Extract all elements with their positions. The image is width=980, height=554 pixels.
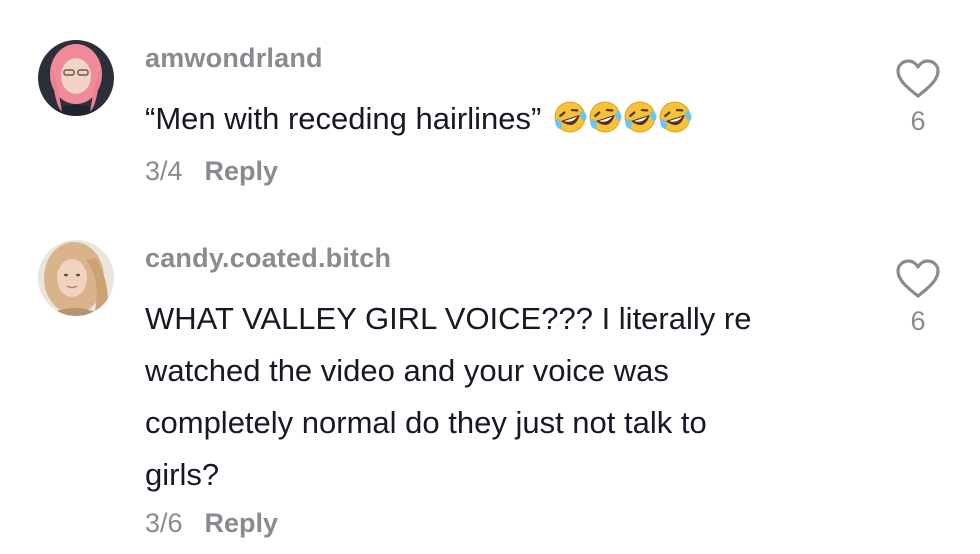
comment-date: 3/4 [145, 156, 183, 186]
comment-meta: 3/6 Reply [145, 508, 278, 539]
like-button[interactable]: 6 [893, 258, 943, 337]
like-count: 6 [910, 106, 926, 136]
avatar[interactable] [38, 40, 114, 116]
comment-text: “Men with receding hairlines” [145, 93, 692, 150]
emoji-group [551, 98, 692, 150]
rolling-on-floor-laughing-emoji [624, 101, 657, 133]
like-count: 6 [910, 306, 926, 336]
comment-item: amwondrland “Men with receding hairlines… [0, 0, 980, 210]
reply-button[interactable]: Reply [205, 508, 279, 538]
comment-text-line: completely normal do they just not talk … [145, 405, 707, 440]
comment-username[interactable]: amwondrland [145, 43, 323, 74]
like-button[interactable]: 6 [893, 58, 943, 137]
rolling-on-floor-laughing-emoji [554, 101, 587, 133]
comment-text-line: “Men with receding hairlines” [145, 101, 542, 136]
heart-outline-icon [896, 59, 940, 98]
comment-item: candy.coated.bitch WHAT VALLEY GIRL VOIC… [0, 210, 980, 554]
rolling-on-floor-laughing-emoji [659, 101, 692, 133]
comment-username[interactable]: candy.coated.bitch [145, 243, 391, 274]
avatar[interactable] [38, 240, 114, 316]
comment-text: WHAT VALLEY GIRL VOICE??? I literally re… [145, 293, 751, 501]
comment-text-line: WHAT VALLEY GIRL VOICE??? I literally re [145, 301, 752, 336]
comment-date: 3/6 [145, 508, 183, 538]
heart-outline-icon [896, 259, 940, 298]
reply-button[interactable]: Reply [205, 156, 279, 186]
rolling-on-floor-laughing-emoji [589, 101, 622, 133]
comment-text-line: girls? [145, 457, 220, 492]
comment-meta: 3/4 Reply [145, 156, 278, 187]
comment-text-line: watched the video and your voice was [145, 353, 669, 388]
